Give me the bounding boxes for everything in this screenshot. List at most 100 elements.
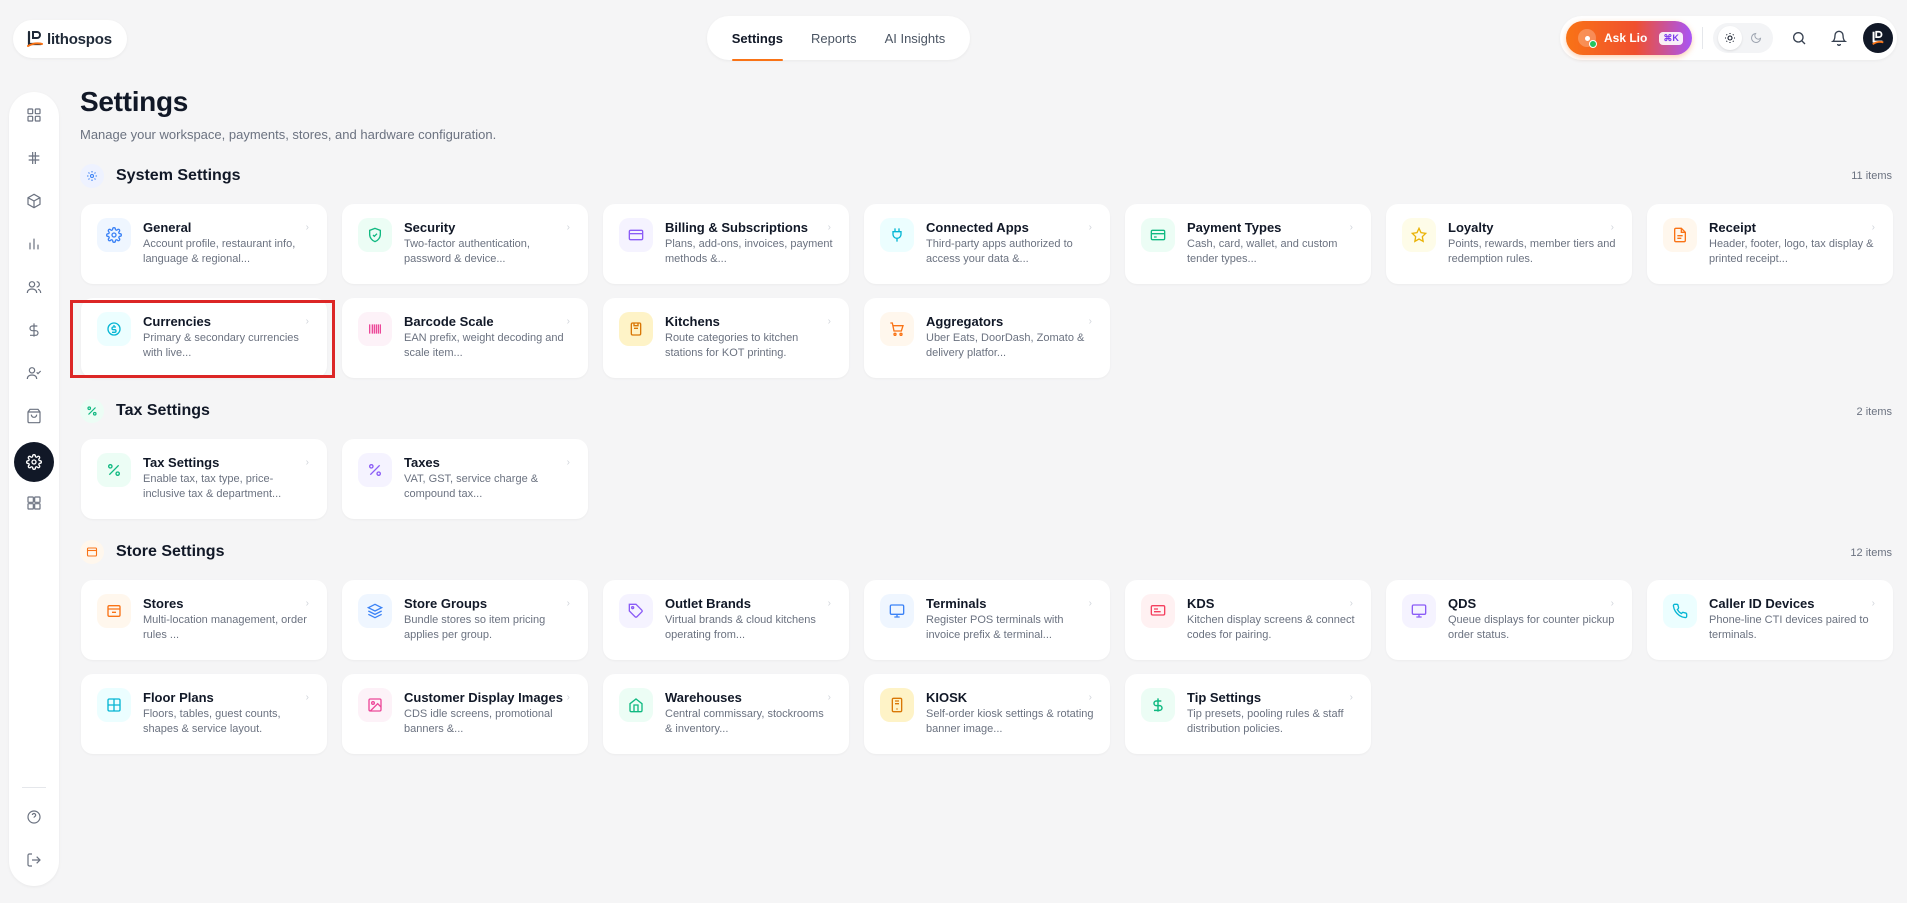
card-title: Kitchens <box>665 314 720 329</box>
card-title: KDS <box>1187 596 1215 611</box>
card-title: Tip Settings <box>1187 690 1262 705</box>
notifications-button[interactable] <box>1819 18 1859 58</box>
kitchen-icon <box>619 312 653 346</box>
nav-reports[interactable]: Reports <box>811 31 857 46</box>
card-aggregators[interactable]: Aggregators Uber Eats, DoorDash, Zomato … <box>864 298 1110 378</box>
card-description: Queue displays for counter pickup order … <box>1448 614 1615 641</box>
card-connected-apps[interactable]: Connected Apps Third-party apps authoriz… <box>864 204 1110 284</box>
currency-circle-icon <box>97 312 131 346</box>
ask-lio-button[interactable]: Ask Lio ⌘K <box>1566 21 1692 55</box>
card-kitchens[interactable]: Kitchens Route categories to kitchen sta… <box>603 298 849 378</box>
nav-settings[interactable]: Settings <box>731 31 784 61</box>
sidebar-item-tables[interactable] <box>14 138 54 178</box>
card-security[interactable]: Security Two-factor authentication, pass… <box>342 204 588 284</box>
layers-icon <box>358 594 392 628</box>
gear-icon <box>80 164 104 188</box>
users-icon <box>26 281 42 294</box>
dollar-icon <box>1141 688 1175 722</box>
card-caller-id-devices[interactable]: Caller ID Devices Phone-line CTI devices… <box>1647 580 1893 660</box>
sidebar-item-help[interactable] <box>14 797 54 837</box>
card-title: Billing & Subscriptions <box>665 220 809 235</box>
app-logo[interactable]: lithospos <box>13 20 127 58</box>
card-store-groups[interactable]: Store Groups Bundle stores so item prici… <box>342 580 588 660</box>
store-icon <box>80 540 104 564</box>
card-customer-display-images[interactable]: Customer Display Images CDS idle screens… <box>342 674 588 754</box>
sidebar-item-finance[interactable] <box>14 310 54 350</box>
image-icon <box>358 688 392 722</box>
barcode-icon <box>358 312 392 346</box>
card-description: CDS idle screens, promotional banners &.… <box>404 708 553 735</box>
card-receipt[interactable]: Receipt Header, footer, logo, tax displa… <box>1647 204 1893 284</box>
bell-icon <box>1831 30 1847 46</box>
moon-icon[interactable] <box>1744 26 1768 50</box>
shopping-cart-icon <box>880 312 914 346</box>
card-loyalty[interactable]: Loyalty Points, rewards, member tiers an… <box>1386 204 1632 284</box>
sidebar-item-products[interactable] <box>14 181 54 221</box>
chevron-right-icon: › <box>566 222 570 233</box>
bar-chart-icon <box>29 238 39 250</box>
card-kds[interactable]: KDS Kitchen display screens & connect co… <box>1125 580 1371 660</box>
chevron-right-icon: › <box>566 316 570 327</box>
theme-toggle[interactable] <box>1713 23 1773 53</box>
card-kiosk[interactable]: KIOSK Self-order kiosk settings & rotati… <box>864 674 1110 754</box>
card-outlet-brands[interactable]: Outlet Brands Virtual brands & cloud kit… <box>603 580 849 660</box>
card-barcode-scale[interactable]: Barcode Scale EAN prefix, weight decodin… <box>342 298 588 378</box>
card-tax-settings[interactable]: Tax Settings Enable tax, tax type, price… <box>81 439 327 519</box>
card-warehouses[interactable]: Warehouses Central commissary, stockroom… <box>603 674 849 754</box>
card-floor-plans[interactable]: Floor Plans Floors, tables, guest counts… <box>81 674 327 754</box>
chevron-right-icon: › <box>827 316 831 327</box>
card-general[interactable]: General Account profile, restaurant info… <box>81 204 327 284</box>
sidebar-item-analytics[interactable] <box>14 224 54 264</box>
chevron-right-icon: › <box>1088 692 1092 703</box>
card-stores[interactable]: Stores Multi-location management, order … <box>81 580 327 660</box>
sidebar-divider <box>22 787 46 788</box>
card-title: Terminals <box>926 596 987 611</box>
sidebar-item-staff[interactable] <box>14 353 54 393</box>
sidebar-item-settings[interactable] <box>14 442 54 482</box>
card-billing-subscriptions[interactable]: Billing & Subscriptions Plans, add-ons, … <box>603 204 849 284</box>
sun-icon[interactable] <box>1718 26 1742 50</box>
section-tax-settings: Tax Settings <box>80 398 210 424</box>
search-button[interactable] <box>1779 18 1819 58</box>
card-description: Central commissary, stockrooms & invento… <box>665 708 824 735</box>
section-system-settings: System Settings <box>80 163 240 189</box>
chevron-right-icon: › <box>305 692 309 703</box>
card-payment-types[interactable]: Payment Types Cash, card, wallet, and cu… <box>1125 204 1371 284</box>
card-description: Cash, card, wallet, and custom tender ty… <box>1187 238 1338 265</box>
chevron-right-icon: › <box>1610 598 1614 609</box>
top-right-toolbar: Ask Lio ⌘K <box>1560 16 1897 60</box>
card-taxes[interactable]: Taxes VAT, GST, service charge & compoun… <box>342 439 588 519</box>
monitor-icon <box>880 594 914 628</box>
card-tip-settings[interactable]: Tip Settings Tip presets, pooling rules … <box>1125 674 1371 754</box>
chevron-right-icon: › <box>566 457 570 468</box>
section-count: 2 items <box>1856 406 1892 418</box>
chevron-right-icon: › <box>1349 222 1353 233</box>
layout-icon <box>27 496 41 510</box>
sidebar-item-apps[interactable] <box>14 483 54 523</box>
card-title: QDS <box>1448 596 1477 611</box>
page-subtitle: Manage your workspace, payments, stores,… <box>80 127 497 142</box>
gear-icon <box>26 454 42 470</box>
chevron-right-icon: › <box>1088 316 1092 327</box>
sidebar-item-logout[interactable] <box>14 840 54 880</box>
chevron-right-icon: › <box>827 692 831 703</box>
logout-icon <box>27 853 41 867</box>
card-description: Bundle stores so item pricing applies pe… <box>404 614 546 641</box>
chevron-right-icon: › <box>1088 598 1092 609</box>
sidebar-item-dashboard[interactable] <box>14 95 54 135</box>
toolbar-divider <box>1702 27 1703 49</box>
card-terminals[interactable]: Terminals Register POS terminals with in… <box>864 580 1110 660</box>
sidebar-item-orders[interactable] <box>14 396 54 436</box>
card-qds[interactable]: QDS Queue displays for counter pickup or… <box>1386 580 1632 660</box>
sidebar-item-customers[interactable] <box>14 267 54 307</box>
page-title: Settings <box>80 86 189 117</box>
user-avatar[interactable] <box>1863 23 1893 53</box>
card-title: Outlet Brands <box>665 596 751 611</box>
nav-ai-insights[interactable]: AI Insights <box>885 31 946 46</box>
card-currencies[interactable]: Currencies Primary & secondary currencie… <box>81 298 327 378</box>
card-description: Primary & secondary currencies with live… <box>143 332 299 359</box>
sidebar <box>9 92 59 886</box>
monitor-icon <box>1402 594 1436 628</box>
card-title: KIOSK <box>926 690 968 705</box>
star-icon <box>1402 218 1436 252</box>
